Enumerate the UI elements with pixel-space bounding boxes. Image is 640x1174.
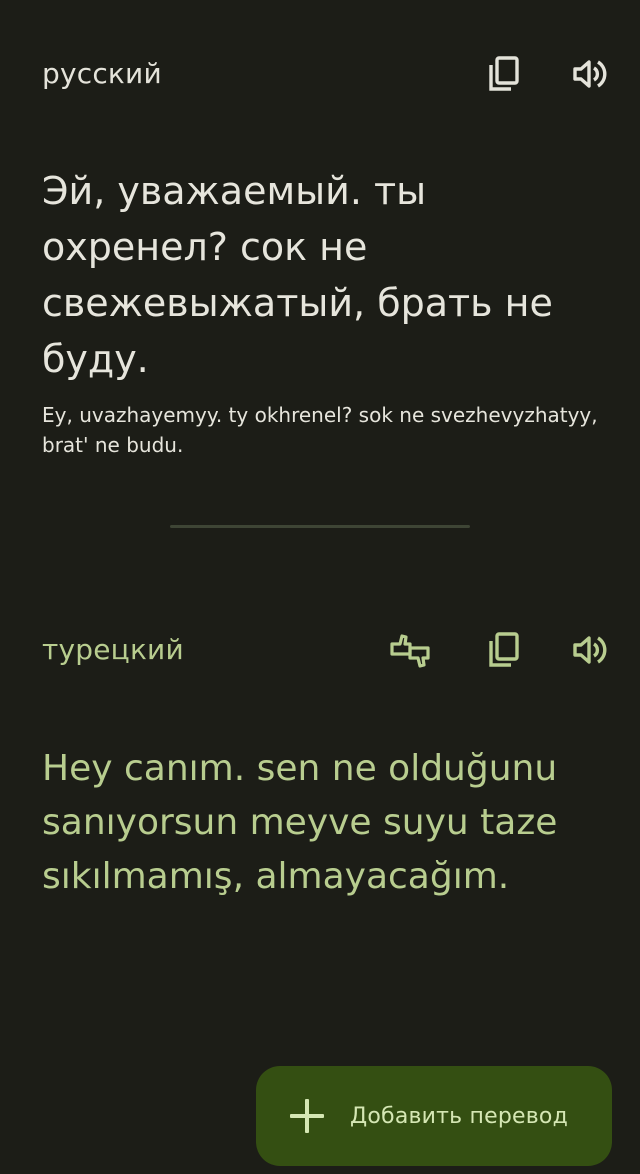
section-divider	[170, 525, 470, 528]
source-copy-button[interactable]	[480, 50, 528, 98]
feedback-icon	[388, 630, 432, 670]
target-language-label: турецкий	[42, 633, 184, 666]
source-language-label: русский	[42, 57, 162, 90]
add-translation-label: Добавить перевод	[350, 1103, 568, 1129]
plus-icon	[290, 1099, 324, 1133]
copy-icon	[487, 55, 521, 93]
translated-text: Hey canım. sen ne olduğunu sanıyorsun me…	[42, 748, 558, 897]
feedback-button[interactable]	[386, 626, 434, 674]
speaker-icon	[571, 57, 609, 91]
target-speak-button[interactable]	[566, 626, 614, 674]
speaker-icon	[571, 633, 609, 667]
source-text: Эй, уважаемый. ты охренел? сок не свежев…	[42, 169, 553, 381]
add-translation-button[interactable]: Добавить перевод	[256, 1066, 612, 1166]
source-transliteration: Ey, uvazhayemyy. ty okhrenel? sok ne sve…	[42, 403, 598, 457]
target-copy-button[interactable]	[480, 626, 528, 674]
copy-icon	[487, 631, 521, 669]
source-speak-button[interactable]	[566, 50, 614, 98]
